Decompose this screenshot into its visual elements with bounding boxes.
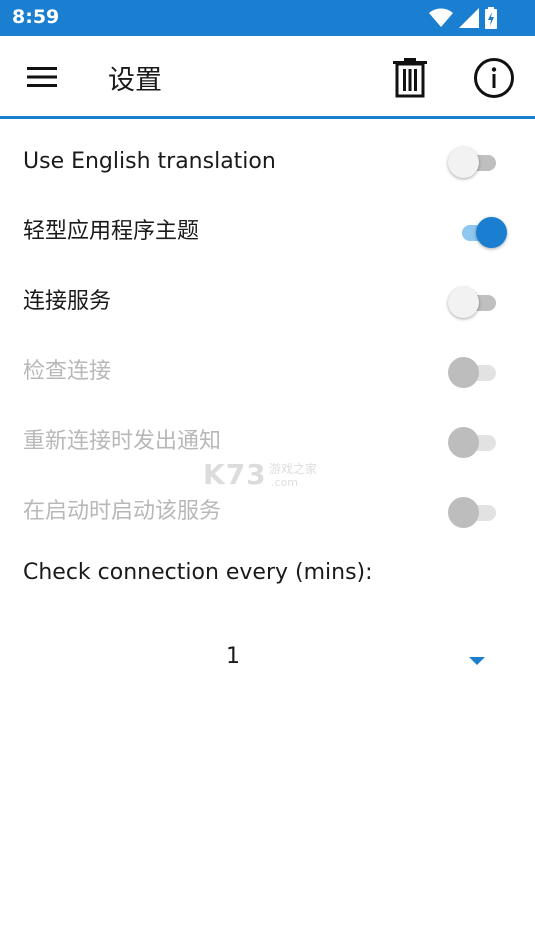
battery-charging-icon [485,7,497,29]
page-title: 设置 [108,65,162,96]
setting-row-english[interactable]: Use English translation [0,127,535,197]
watermark-line1: 游戏之家 [269,462,318,476]
signal-icon [459,8,479,28]
switch-thumb [448,427,479,458]
interval-value: 1 [226,644,240,669]
app-bar [0,36,535,116]
light-theme-switch[interactable] [448,217,508,248]
interval-label: Check connection every (mins): [23,560,373,585]
switch-thumb [448,497,479,528]
info-icon [474,58,514,98]
switch-thumb [448,147,479,178]
reconnect-notify-switch [448,427,508,458]
status-icons [429,6,497,30]
app-bar-divider [0,116,535,119]
info-button[interactable] [472,56,516,100]
wifi-icon [429,8,453,27]
connect-service-switch[interactable] [448,287,508,318]
setting-label: 检查连接 [23,359,112,384]
watermark-line2: .com [271,476,298,489]
setting-label: 轻型应用程序主题 [23,219,200,244]
watermark-logo: K73 游戏之家 .com [203,458,333,492]
watermark-main: K73 [203,458,267,491]
setting-row-check-connection: 检查连接 [0,337,535,407]
setting-label: Use English translation [23,149,276,174]
setting-row-connect-service[interactable]: 连接服务 [0,267,535,337]
switch-thumb [476,217,507,248]
interval-dropdown[interactable]: 1 [0,630,535,690]
menu-icon [27,67,57,87]
status-bar: 8:59 [0,0,535,36]
trash-icon [393,58,427,98]
switch-thumb [448,287,479,318]
setting-label: 重新连接时发出通知 [23,429,222,454]
setting-row-light-theme[interactable]: 轻型应用程序主题 [0,197,535,267]
setting-label: 在启动时启动该服务 [23,499,222,524]
start-on-boot-switch [448,497,508,528]
check-connection-switch [448,357,508,388]
setting-label: 连接服务 [23,289,112,314]
english-translation-switch[interactable] [448,147,508,178]
menu-button[interactable] [24,62,60,92]
switch-thumb [448,357,479,388]
status-time: 8:59 [12,6,60,28]
delete-button[interactable] [390,56,430,100]
dropdown-arrow-icon [469,657,485,665]
